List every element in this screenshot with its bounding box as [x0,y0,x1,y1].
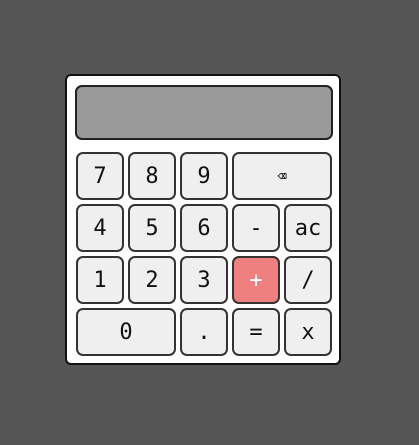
decimal-button[interactable]: . [180,308,228,356]
key-2[interactable]: 2 [128,256,176,304]
key-9[interactable]: 9 [180,152,228,200]
key-8[interactable]: 8 [128,152,176,200]
key-0[interactable]: 0 [76,308,176,356]
key-4[interactable]: 4 [76,204,124,252]
backspace-button[interactable]: ⌫ [232,152,332,200]
key-6[interactable]: 6 [180,204,228,252]
calculator: 7 8 9 ⌫ 4 5 6 - ac 1 2 3 + / 0 . = x [65,74,341,365]
multiply-button[interactable]: x [284,308,332,356]
clear-button[interactable]: ac [284,204,332,252]
key-1[interactable]: 1 [76,256,124,304]
equals-button[interactable]: = [232,308,280,356]
key-7[interactable]: 7 [76,152,124,200]
key-3[interactable]: 3 [180,256,228,304]
calculator-display [75,85,333,140]
plus-button[interactable]: + [232,256,280,304]
minus-button[interactable]: - [232,204,280,252]
key-5[interactable]: 5 [128,204,176,252]
divide-button[interactable]: / [284,256,332,304]
